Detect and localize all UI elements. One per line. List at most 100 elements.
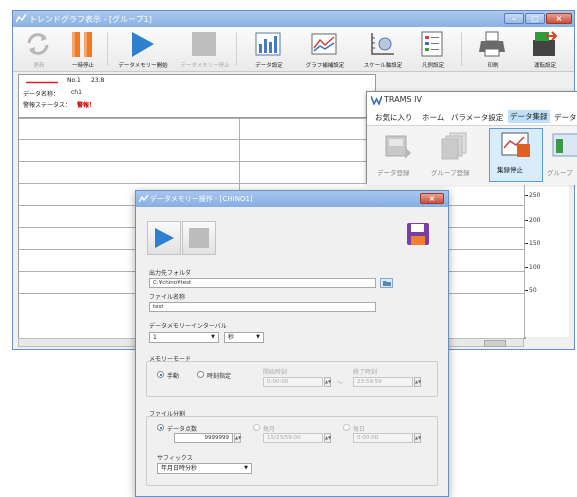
graph-settings-label: グラフ補補設定	[305, 63, 345, 69]
series-info-panel: No.1 23.8 データ名称： ch1 警報ステータス： 警報！	[18, 74, 376, 118]
output-folder-label: 出力先フォルダ	[149, 270, 192, 277]
file-name-label: ファイル名称	[149, 294, 186, 301]
maximize-button[interactable]: □	[525, 13, 545, 24]
collect-stop-button[interactable]: 集録停止	[489, 128, 543, 182]
split-points-spinner[interactable]: ▲▼	[234, 433, 241, 443]
trams-ribbon: データ登録 グループ登録 集録停止 グループ	[367, 125, 577, 185]
operation-settings-label: 運転設定	[533, 63, 556, 69]
group-record-button[interactable]: グループ登録	[429, 129, 485, 181]
axis-tick-mark	[525, 243, 528, 244]
trams-menu-bar: お気に入り ホーム パラメータ設定 データ集録 データ	[367, 109, 577, 125]
app-icon	[16, 14, 26, 23]
graph-settings-button[interactable]: グラフ補補設定	[303, 27, 347, 71]
interval-select[interactable]: 1 ▼	[149, 332, 219, 343]
graph-settings-icon	[311, 33, 337, 55]
series-line-sample	[26, 81, 58, 84]
memory-start-label: データメモリー開始	[118, 63, 168, 69]
split-points-radio[interactable]	[157, 424, 164, 431]
group-more-icon	[552, 133, 577, 157]
split-daily-radio[interactable]	[343, 424, 350, 431]
suffix-select[interactable]: 年月日時分秒 ▼	[157, 463, 252, 474]
data-memory-dialog: データメモリー操作 - [CHINO1] × 出力先フォルダ C:¥chino¥…	[135, 190, 449, 497]
trams-title: TRAMS IV	[384, 95, 422, 104]
collect-stop-icon	[501, 132, 530, 157]
minimize-button[interactable]: –	[504, 13, 524, 24]
browse-folder-button[interactable]	[380, 278, 393, 288]
group-more-label: グループ	[547, 169, 573, 177]
end-time-input[interactable]: 23:59:59	[353, 377, 413, 387]
trams-window: TRAMS IV お気に入り ホーム パラメータ設定 データ集録 データ データ…	[366, 91, 577, 185]
output-folder-input[interactable]: C:¥chino¥test	[149, 278, 376, 288]
menu-home[interactable]: ホーム	[422, 112, 444, 123]
scrollbar-thumb[interactable]	[484, 340, 506, 347]
axis-tick-mark	[525, 290, 528, 291]
axis-tick-label: 200	[529, 217, 541, 224]
axis-tick-mark	[525, 195, 528, 196]
axis-tick-label: 250	[529, 192, 541, 199]
collect-stop-label: 集録停止	[497, 166, 523, 174]
trend-title-bar[interactable]: トレンドグラフ表示 - [グループ1] – □ ×	[13, 11, 574, 27]
memory-stop-label: データメモリー停止	[180, 63, 230, 69]
menu-parameter-settings[interactable]: パラメータ設定	[451, 112, 503, 123]
trend-window-title: トレンドグラフ表示 - [グループ1]	[29, 15, 152, 24]
close-button[interactable]: ×	[546, 13, 572, 24]
memory-start-button[interactable]: データメモリー開始	[118, 27, 168, 71]
split-monthly-input[interactable]: 15/23/59:00	[263, 433, 323, 443]
suffix-label: サフィックス	[157, 455, 193, 462]
file-name-input[interactable]: test	[149, 302, 376, 312]
dialog-title: データメモリー操作 - [CHINO1]	[150, 195, 253, 203]
start-time-input[interactable]: 0:00:00	[263, 377, 323, 387]
scale-settings-button[interactable]: スケール軸設定	[361, 27, 405, 71]
dialog-stop-button[interactable]	[182, 221, 216, 255]
time-range-tilde: ～	[337, 380, 344, 387]
dialog-start-button[interactable]	[147, 221, 181, 255]
split-points-label: データ点数	[167, 426, 198, 433]
dialog-close-button[interactable]: ×	[420, 193, 444, 204]
chevron-down-icon: ▼	[256, 334, 260, 340]
play-icon	[155, 228, 174, 248]
menu-favorites[interactable]: お気に入り	[375, 112, 413, 123]
interval-value: 1	[153, 334, 157, 341]
data-settings-label: データ設定	[255, 63, 283, 69]
dialog-app-icon	[139, 195, 148, 203]
legend-settings-button[interactable]: 凡例設定	[411, 27, 455, 71]
operation-settings-icon	[533, 31, 558, 56]
chevron-down-icon: ▼	[211, 334, 215, 340]
legend-settings-icon	[421, 31, 443, 57]
split-monthly-radio[interactable]	[253, 424, 260, 431]
folder-icon	[383, 281, 391, 286]
print-button[interactable]: 印刷	[471, 27, 515, 71]
printer-icon	[479, 31, 505, 57]
start-time-label: 開始時刻	[263, 369, 288, 376]
data-settings-button[interactable]: データ設定	[247, 27, 291, 71]
menu-data-collection[interactable]: データ集録	[508, 110, 550, 123]
memory-stop-button[interactable]: データメモリー停止	[180, 27, 230, 71]
split-daily-input[interactable]: 0:00:00	[353, 433, 413, 443]
data-name-label: データ名称：	[23, 91, 60, 98]
chevron-down-icon: ▼	[244, 465, 248, 471]
stop-icon	[189, 228, 209, 248]
legend-settings-label: 凡例設定	[421, 63, 444, 69]
pause-label: 一時停止	[71, 63, 94, 69]
operation-settings-button[interactable]: 運転設定	[523, 27, 567, 71]
mode-manual-radio[interactable]	[157, 371, 164, 378]
axis-tick-mark	[525, 267, 528, 268]
menu-data[interactable]: データ	[554, 112, 577, 123]
alarm-status-value: 警報！	[77, 102, 96, 109]
data-record-button[interactable]: データ登録	[375, 129, 423, 181]
axis-tick-label: 50	[529, 287, 537, 294]
suffix-value: 年月日時分秒	[161, 465, 198, 472]
pause-button[interactable]: 一時停止	[61, 27, 105, 71]
interval-unit-select[interactable]: 秒 ▼	[224, 332, 264, 343]
start-time-spinner[interactable]: ▲▼	[324, 377, 331, 387]
split-monthly-spinner[interactable]: ▲▼	[324, 433, 331, 443]
split-points-input[interactable]: 9999999	[174, 433, 233, 443]
mode-timed-radio[interactable]	[197, 371, 204, 378]
trams-title-bar[interactable]: TRAMS IV	[367, 92, 577, 109]
group-more-button[interactable]: グループ	[547, 129, 577, 181]
save-icon[interactable]	[406, 222, 430, 246]
dialog-title-bar[interactable]: データメモリー操作 - [CHINO1] ×	[136, 191, 448, 207]
end-time-spinner[interactable]: ▲▼	[414, 377, 421, 387]
split-daily-spinner[interactable]: ▲▼	[414, 433, 421, 443]
trend-toolbar: 更新 一時停止 データメモリー開始 データメモリー停止 データ設定 グラフ補補設…	[13, 27, 574, 72]
